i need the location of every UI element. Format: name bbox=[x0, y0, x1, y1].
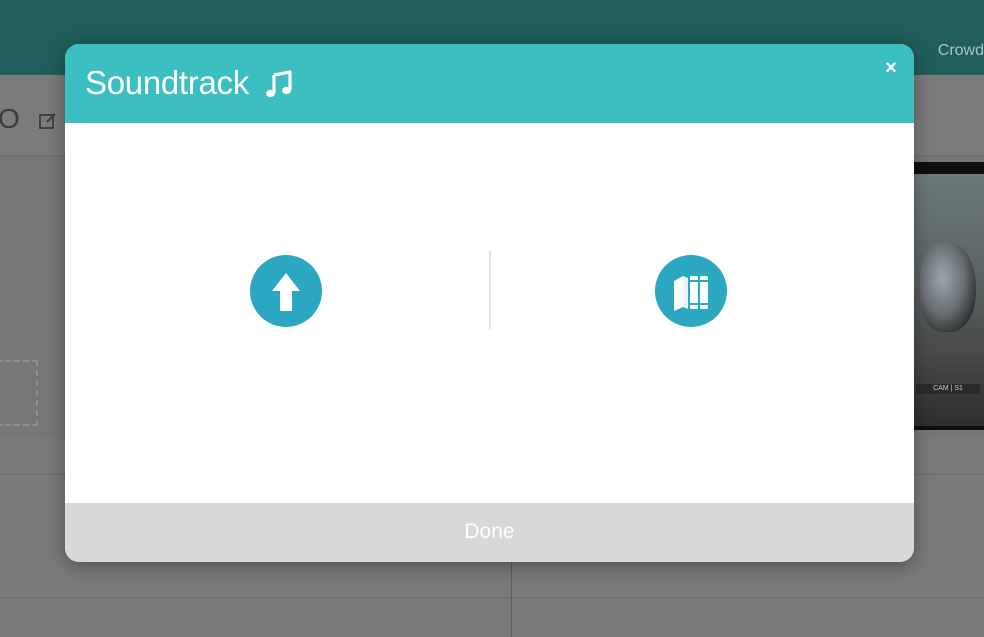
edit-icon[interactable] bbox=[38, 111, 58, 131]
done-button[interactable]: Done bbox=[65, 503, 914, 562]
video-thumbnail[interactable]: CAM | S1 bbox=[914, 162, 984, 430]
page: Crowd O CAM | S1 Soundtrack × Done bbox=[0, 0, 984, 637]
close-button[interactable]: × bbox=[879, 56, 903, 80]
dialog-header: Soundtrack × bbox=[65, 44, 914, 123]
dialog-body bbox=[65, 123, 914, 503]
motorcycle-rider-image bbox=[920, 242, 976, 332]
dialog-title: Soundtrack bbox=[85, 64, 249, 101]
options-divider bbox=[489, 251, 491, 329]
library-button[interactable] bbox=[655, 255, 727, 327]
nav-link-crowd[interactable]: Crowd bbox=[938, 42, 984, 60]
divider bbox=[511, 560, 512, 637]
drop-zone[interactable] bbox=[0, 360, 38, 426]
done-label: Done bbox=[464, 520, 515, 543]
upload-arrow-icon bbox=[272, 273, 300, 311]
divider bbox=[0, 597, 984, 598]
upload-button[interactable] bbox=[250, 255, 322, 327]
project-title-fragment: O bbox=[0, 103, 20, 134]
soundtrack-dialog: Soundtrack × Done bbox=[65, 44, 914, 562]
video-overlay-tag: CAM | S1 bbox=[916, 384, 980, 394]
books-library-icon bbox=[674, 276, 708, 311]
music-note-icon bbox=[266, 70, 292, 98]
